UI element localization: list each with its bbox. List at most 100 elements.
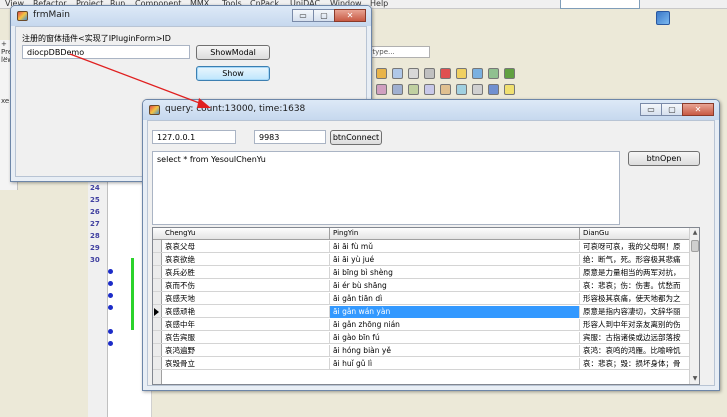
table-cell[interactable]: 宾服：古指诸侯或边远部落按 xyxy=(580,332,699,344)
column-header-chengyu[interactable]: ChengYu xyxy=(162,228,330,240)
breakpoint-icon[interactable] xyxy=(108,293,113,298)
scroll-thumb[interactable] xyxy=(691,240,699,252)
bulb-icon[interactable] xyxy=(504,84,515,95)
open-button[interactable]: btnOpen xyxy=(628,151,700,166)
close-button[interactable]: ✕ xyxy=(682,103,714,116)
folder-icon[interactable] xyxy=(376,68,387,79)
ide-toolbar-icon[interactable] xyxy=(656,11,670,25)
table-row[interactable]: 哀感天地 āi gǎn tiān dì 形容极其哀痛，使天地都为之 xyxy=(153,293,699,305)
pointer-icon[interactable] xyxy=(424,68,435,79)
dataset-icon[interactable] xyxy=(392,68,403,79)
table-row[interactable]: 哀告宾服 āi gào bīn fú 宾服：古指诸侯或边远部落按 xyxy=(153,332,699,344)
column-header-pingyin[interactable]: PingYin xyxy=(330,228,580,240)
breakpoint-icon[interactable] xyxy=(108,329,113,334)
show-modal-button[interactable]: ShowModal xyxy=(196,45,270,60)
table-icon[interactable] xyxy=(440,84,451,95)
table-cell[interactable]: 原意是指内容凄切，文辞华丽 xyxy=(580,306,699,318)
run-icon[interactable] xyxy=(504,68,515,79)
table-row[interactable]: 哀哀父母 āi āi fù mǔ 可哀呀可哀，我的父母啊！原 xyxy=(153,241,699,253)
table-cell[interactable]: 哀：悲哀；伤：伤害。忧愁而 xyxy=(580,280,699,292)
scroll-up-icon[interactable]: ▲ xyxy=(690,228,699,238)
scroll-down-icon[interactable]: ▼ xyxy=(690,374,699,384)
connect-button[interactable]: btnConnect xyxy=(330,130,382,145)
edit-icon[interactable] xyxy=(408,84,419,95)
open-label: btnOpen xyxy=(646,154,682,163)
table-cell[interactable]: 哀告宾服 xyxy=(162,332,330,344)
table-cell[interactable]: 原意是力量相当的两军对抗， xyxy=(580,267,699,279)
line-number: 29 xyxy=(90,244,100,252)
tree-icon[interactable] xyxy=(488,68,499,79)
ide-component-toolbar xyxy=(370,62,560,104)
breakpoint-icon[interactable] xyxy=(108,269,113,274)
table-row[interactable]: 哀哀欲绝 āi āi yù jué 绝：断气，死。形容极其悲痛 xyxy=(153,254,699,266)
show-button[interactable]: Show xyxy=(196,66,270,81)
table-cell[interactable]: 哀感天地 xyxy=(162,293,330,305)
breakpoint-icon[interactable] xyxy=(108,281,113,286)
maximize-button[interactable]: ▢ xyxy=(661,103,683,116)
table-cell[interactable]: 哀而不伤 xyxy=(162,280,330,292)
table-cell[interactable]: 绝：断气，死。形容极其悲痛 xyxy=(580,254,699,266)
source-icon[interactable] xyxy=(472,84,483,95)
table-cell[interactable]: 形容极其哀痛，使天地都为之 xyxy=(580,293,699,305)
table-cell[interactable]: 哀感顽艳 xyxy=(162,306,330,318)
host-input[interactable]: 127.0.0.1 xyxy=(152,130,236,144)
breakpoint-icon[interactable] xyxy=(108,305,113,310)
data-grid[interactable]: ChengYu PingYin DianGu 哀哀父母 āi āi fù mǔ 可哀… xyxy=(152,227,700,385)
maximize-icon: ▢ xyxy=(668,104,676,114)
close-icon: ✕ xyxy=(346,10,354,20)
port-input[interactable]: 9983 xyxy=(254,130,326,144)
table-cell[interactable]: 哀感中年 xyxy=(162,319,330,331)
table-cell[interactable]: 哀鸿遍野 xyxy=(162,345,330,357)
table-cell[interactable]: āi gǎn wán yàn xyxy=(330,306,580,318)
table-cell[interactable]: 哀鸿：哀鸣的鸿雁。比喻啼饥 xyxy=(580,345,699,357)
close-button[interactable]: ✕ xyxy=(334,9,366,22)
ide-layout-combo[interactable] xyxy=(560,0,640,9)
column-header-diangu[interactable]: DianGu xyxy=(580,228,699,240)
table-cell[interactable]: 哀毁骨立 xyxy=(162,358,330,370)
table-cell[interactable]: 可哀呀可哀，我的父母啊！原 xyxy=(580,241,699,253)
query-icon[interactable] xyxy=(424,84,435,95)
label-icon[interactable] xyxy=(456,68,467,79)
table-cell[interactable]: āi gào bīn fú xyxy=(330,332,580,344)
table-cell[interactable]: 哀哀父母 xyxy=(162,241,330,253)
line-number: 25 xyxy=(90,196,100,204)
table-row[interactable]: 哀兵必胜 āi bīng bì shèng 原意是力量相当的两军对抗， xyxy=(153,267,699,279)
help-icon[interactable] xyxy=(488,84,499,95)
table-cell[interactable]: āi ér bù shāng xyxy=(330,280,580,292)
table-row[interactable]: 哀而不伤 āi ér bù shāng 哀：悲哀；伤：伤害。忧愁而 xyxy=(153,280,699,292)
table-row[interactable]: 哀感中年 āi gǎn zhōng nián 形容人到中年对亲友离别的伤 xyxy=(153,319,699,331)
grid-vertical-scrollbar[interactable]: ▲ ▼ xyxy=(689,228,699,384)
frm-main-titlebar[interactable]: frmMain ▭ ▢ ✕ xyxy=(11,6,371,26)
breakpoint-icon[interactable] xyxy=(108,341,113,346)
minimize-button[interactable]: ▭ xyxy=(292,9,314,22)
table-cell[interactable]: āi gǎn tiān dì xyxy=(330,293,580,305)
table-cell[interactable]: āi hóng biàn yě xyxy=(330,345,580,357)
query-window: query: count:13000, time:1638 ▭ ▢ ✕ 127.… xyxy=(142,99,720,391)
ide-menu-help[interactable]: Help xyxy=(370,0,388,8)
table-cell[interactable]: 形容人到中年对亲友离别的伤 xyxy=(580,319,699,331)
table-cell[interactable]: āi āi yù jué xyxy=(330,254,580,266)
table-cell[interactable]: 哀：悲哀；毁：损坏身体；骨 xyxy=(580,358,699,370)
plugin-id-input[interactable]: diocpDBDemo xyxy=(22,45,190,59)
query-titlebar[interactable]: query: count:13000, time:1638 ▭ ▢ ✕ xyxy=(143,100,719,120)
sql-textarea[interactable]: select * from YesoulChenYu xyxy=(152,151,620,225)
image-icon[interactable] xyxy=(376,84,387,95)
line-number: 28 xyxy=(90,232,100,240)
stop-icon[interactable] xyxy=(440,68,451,79)
connect-icon[interactable] xyxy=(456,84,467,95)
table-cell[interactable]: āi huǐ gǔ lì xyxy=(330,358,580,370)
maximize-button[interactable]: ▢ xyxy=(313,9,335,22)
table-cell[interactable]: 哀哀欲绝 xyxy=(162,254,330,266)
table-cell[interactable]: āi bīng bì shèng xyxy=(330,267,580,279)
maximize-icon: ▢ xyxy=(320,10,328,20)
table-cell[interactable]: āi āi fù mǔ xyxy=(330,241,580,253)
table-row[interactable]: 哀感顽艳 āi gǎn wán yàn 原意是指内容凄切，文辞华丽 xyxy=(153,306,699,318)
table-cell[interactable]: āi gǎn zhōng nián xyxy=(330,319,580,331)
table-cell[interactable]: 哀兵必胜 xyxy=(162,267,330,279)
db-icon[interactable] xyxy=(392,84,403,95)
minimize-button[interactable]: ▭ xyxy=(640,103,662,116)
table-row[interactable]: 哀鸿遍野 āi hóng biàn yě 哀鸿：哀鸣的鸿雁。比喻啼饥 xyxy=(153,345,699,357)
form-icon[interactable] xyxy=(408,68,419,79)
table-row[interactable]: 哀毁骨立 āi huǐ gǔ lì 哀：悲哀；毁：损坏身体；骨 xyxy=(153,358,699,370)
grid-icon[interactable] xyxy=(472,68,483,79)
